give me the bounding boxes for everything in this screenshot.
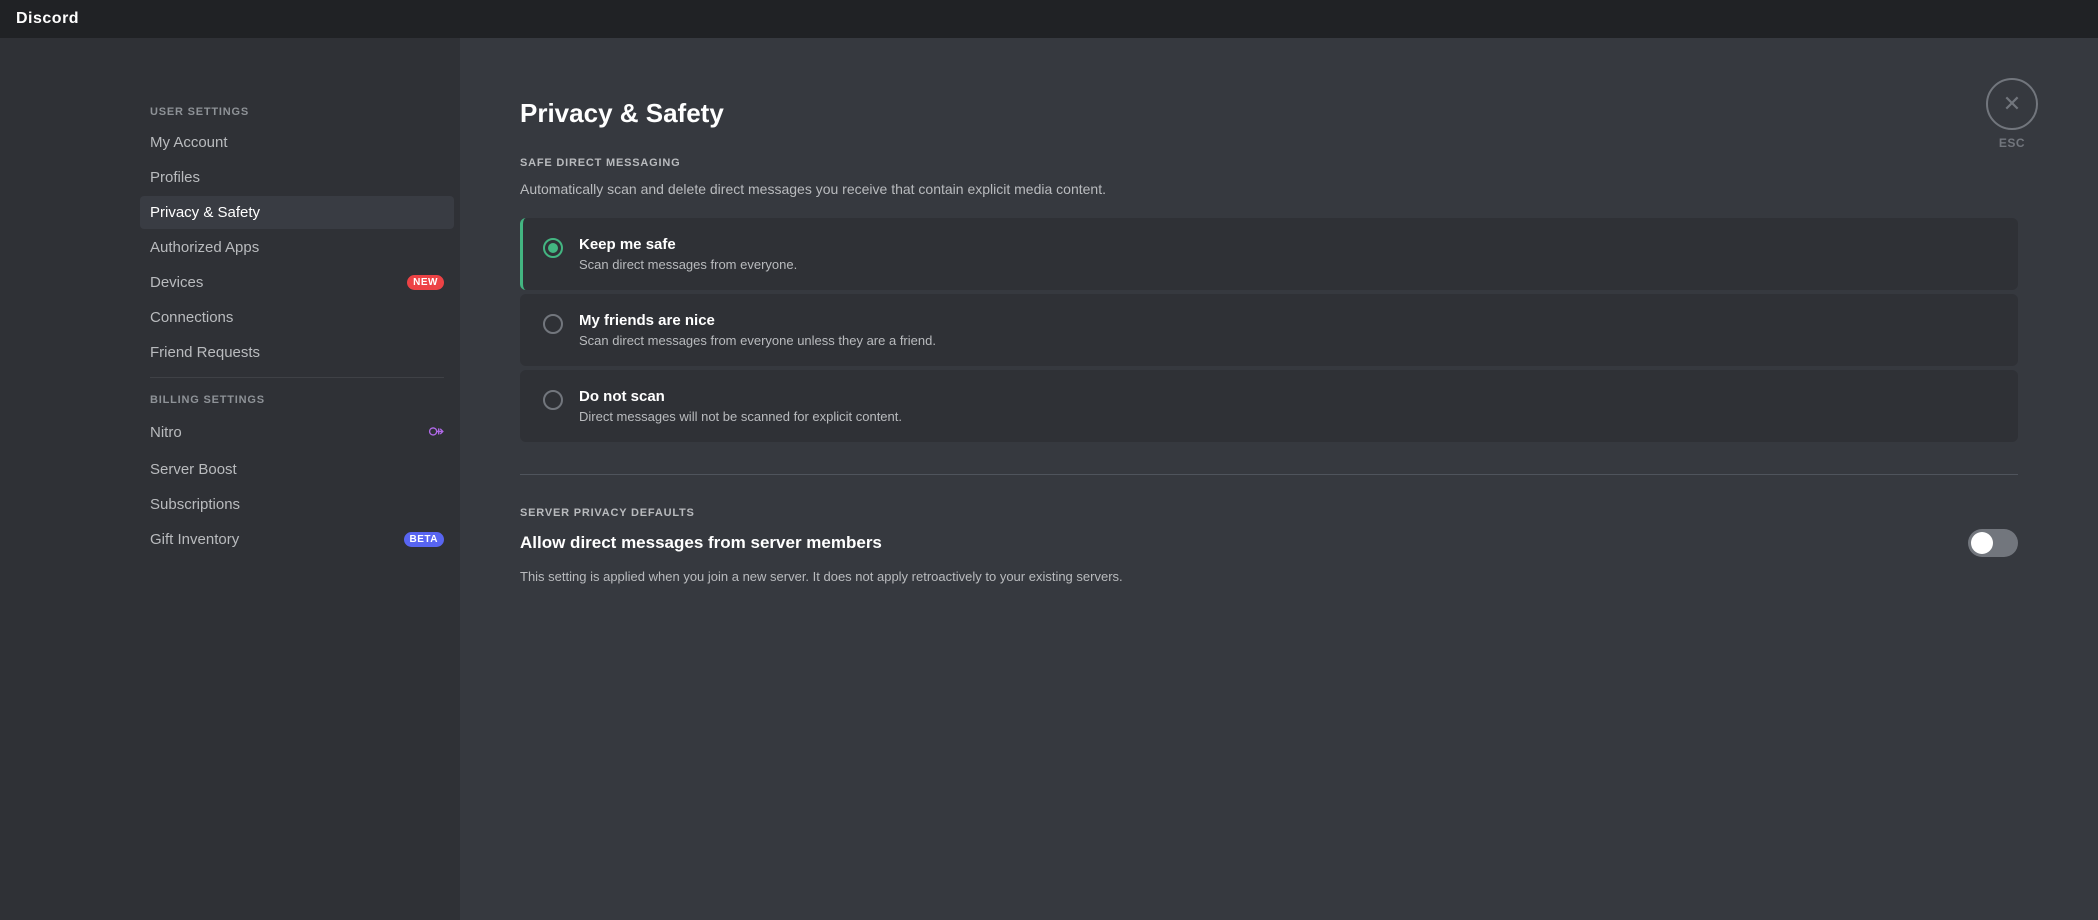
radio-title-do-not-scan: Do not scan <box>579 388 902 405</box>
main-layout: User Settings My Account Profiles Privac… <box>0 38 2098 920</box>
safe-dm-description: Automatically scan and delete direct mes… <box>520 179 2018 200</box>
content-divider-1 <box>520 474 2018 475</box>
sidebar-item-my-account[interactable]: My Account <box>140 126 454 159</box>
close-button-area[interactable]: ✕ ESC <box>1986 78 2038 150</box>
sidebar-item-server-boost[interactable]: Server Boost <box>140 453 454 486</box>
allow-dm-toggle-label: Allow direct messages from server member… <box>520 533 882 553</box>
close-button[interactable]: ✕ <box>1986 78 2038 130</box>
sidebar-item-connections[interactable]: Connections <box>140 301 454 334</box>
radio-title-friends-nice: My friends are nice <box>579 312 936 329</box>
billing-settings-label: Billing Settings <box>140 386 454 410</box>
esc-label: ESC <box>1999 136 2025 150</box>
sidebar-item-profiles[interactable]: Profiles <box>140 161 454 194</box>
sidebar-item-subscriptions[interactable]: Subscriptions <box>140 488 454 521</box>
sidebar-item-authorized-apps[interactable]: Authorized Apps <box>140 231 454 264</box>
radio-friends-nice[interactable]: My friends are nice Scan direct messages… <box>520 294 2018 366</box>
sidebar: User Settings My Account Profiles Privac… <box>0 38 460 920</box>
close-icon: ✕ <box>2003 91 2021 117</box>
sidebar-divider-1 <box>150 377 444 378</box>
sidebar-item-devices[interactable]: Devices NEW <box>140 266 454 299</box>
radio-content-friends-nice: My friends are nice Scan direct messages… <box>579 312 936 348</box>
server-privacy-section-header: Server Privacy Defaults <box>520 507 2018 519</box>
toggle-knob <box>1971 532 1993 554</box>
radio-content-do-not-scan: Do not scan Direct messages will not be … <box>579 388 902 424</box>
title-bar: Discord <box>0 0 2098 38</box>
allow-dm-toggle-desc: This setting is applied when you join a … <box>520 567 1420 587</box>
sidebar-item-gift-inventory[interactable]: Gift Inventory BETA <box>140 523 454 556</box>
allow-dm-toggle[interactable] <box>1968 529 2018 557</box>
radio-desc-keep-me-safe: Scan direct messages from everyone. <box>579 257 797 272</box>
safe-dm-section-header: Safe Direct Messaging <box>520 157 2018 169</box>
radio-desc-do-not-scan: Direct messages will not be scanned for … <box>579 409 902 424</box>
page-title: Privacy & Safety <box>520 98 2018 129</box>
gift-inventory-beta-badge: BETA <box>404 532 444 547</box>
radio-content-keep-me-safe: Keep me safe Scan direct messages from e… <box>579 236 797 272</box>
user-settings-label: User Settings <box>140 98 454 122</box>
content-area: ✕ ESC Privacy & Safety Safe Direct Messa… <box>460 38 2098 920</box>
allow-dm-toggle-row: Allow direct messages from server member… <box>520 529 2018 557</box>
devices-new-badge: NEW <box>407 275 444 290</box>
radio-btn-keep-me-safe <box>543 238 563 258</box>
app-name: Discord <box>16 10 79 28</box>
sidebar-item-nitro[interactable]: Nitro ⚩ <box>140 414 454 451</box>
radio-keep-me-safe[interactable]: Keep me safe Scan direct messages from e… <box>520 218 2018 290</box>
radio-btn-friends-nice <box>543 314 563 334</box>
sidebar-item-friend-requests[interactable]: Friend Requests <box>140 336 454 369</box>
radio-do-not-scan[interactable]: Do not scan Direct messages will not be … <box>520 370 2018 442</box>
sidebar-item-privacy-safety[interactable]: Privacy & Safety <box>140 196 454 229</box>
radio-desc-friends-nice: Scan direct messages from everyone unles… <box>579 333 936 348</box>
nitro-icon: ⚩ <box>429 422 444 443</box>
radio-title-keep-me-safe: Keep me safe <box>579 236 797 253</box>
radio-btn-do-not-scan <box>543 390 563 410</box>
